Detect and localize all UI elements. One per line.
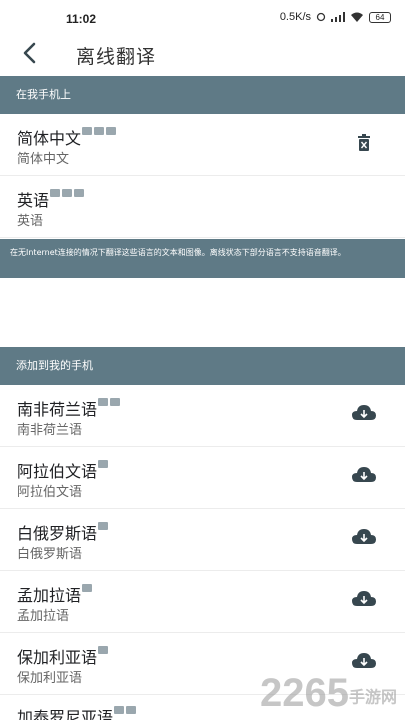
signal-icon [331, 12, 345, 22]
section-header-on-device: 在我手机上 [0, 76, 405, 114]
feature-tags [98, 646, 109, 654]
language-name: 孟加拉语 [17, 582, 93, 606]
language-native-name: 简体中文 [17, 152, 70, 167]
available-language-item[interactable]: 孟加拉语 孟加拉语 [0, 571, 405, 633]
watermark-logo: 2265手游网 [260, 671, 397, 715]
status-bar: 11:02 0.5K/s 64 [0, 0, 405, 34]
page-title: 离线翻译 [76, 46, 157, 68]
camera-icon [110, 398, 121, 406]
cloud-download-icon[interactable] [351, 651, 377, 673]
language-name: 阿拉伯文语 [17, 458, 109, 482]
keyboard-icon [114, 706, 125, 714]
status-time: 11:02 [66, 12, 97, 26]
cloud-download-icon[interactable] [351, 589, 377, 611]
keyboard-icon [98, 398, 109, 406]
keyboard-icon [98, 522, 109, 530]
download-icon [106, 127, 117, 135]
language-native-name: 白俄罗斯语 [17, 547, 83, 562]
camera-icon [126, 706, 137, 714]
alarm-icon [316, 12, 326, 22]
keyboard-icon [98, 460, 109, 468]
feature-tags [82, 584, 93, 592]
language-native-name: 孟加拉语 [17, 609, 70, 624]
feature-tags [98, 522, 109, 530]
app-bar: 离线翻译 [0, 34, 405, 76]
available-language-item[interactable]: 南非荷兰语 南非荷兰语 [0, 385, 405, 447]
cloud-download-icon[interactable] [351, 527, 377, 549]
available-language-item[interactable]: 阿拉伯文语 阿拉伯文语 [0, 447, 405, 509]
feature-tags [114, 706, 137, 714]
installed-language-item[interactable]: 英语 英语 [0, 176, 405, 238]
network-speed: 0.5K/s [279, 11, 311, 23]
section-header-add: 添加到我的手机 [0, 347, 405, 385]
arrow-left-icon[interactable] [18, 40, 44, 66]
download-icon [74, 189, 85, 197]
language-native-name: 阿拉伯文语 [17, 485, 83, 500]
battery-indicator: 64 [369, 11, 391, 23]
keyboard-icon [82, 584, 93, 592]
language-name: 白俄罗斯语 [17, 520, 109, 544]
keyboard-icon [98, 646, 109, 654]
delete-icon[interactable] [351, 132, 377, 154]
keyboard-icon [50, 189, 61, 197]
language-name: 英语 [17, 187, 85, 211]
language-native-name: 保加利亚语 [17, 671, 83, 686]
status-indicators: 0.5K/s 64 [280, 11, 391, 23]
language-native-name: 南非荷兰语 [17, 423, 83, 438]
language-name: 简体中文 [17, 125, 117, 149]
cloud-download-icon[interactable] [351, 465, 377, 487]
feature-tags [98, 460, 109, 468]
cloud-download-icon[interactable] [351, 403, 377, 425]
feature-tags [50, 189, 85, 197]
wifi-icon [351, 12, 363, 22]
keyboard-icon [82, 127, 93, 135]
installed-language-item[interactable]: 简体中文 简体中文 [0, 114, 405, 176]
language-name: 加泰罗尼亚语 [17, 704, 137, 720]
feature-tags [98, 398, 121, 406]
available-language-item[interactable]: 白俄罗斯语 白俄罗斯语 [0, 509, 405, 571]
language-name: 南非荷兰语 [17, 396, 121, 420]
feature-tags [82, 127, 117, 135]
language-name: 保加利亚语 [17, 644, 109, 668]
language-native-name: 英语 [17, 214, 44, 229]
offline-info-banner: 在无Internet连接的情况下翻译这些语言的文本和图像。离线状态下部分语言不支… [0, 239, 405, 278]
camera-icon [62, 189, 73, 197]
camera-icon [94, 127, 105, 135]
